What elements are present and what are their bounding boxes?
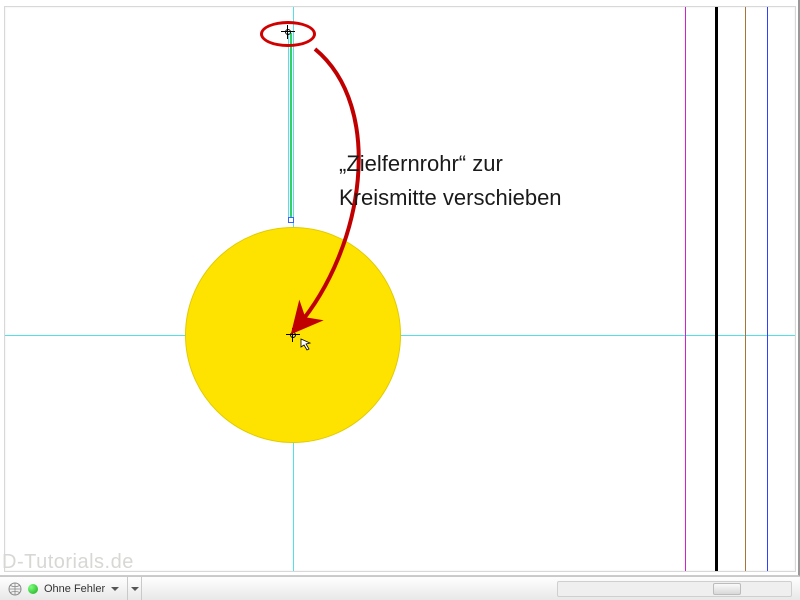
annotation-text: „Zielfernrohr“ zur Kreismitte verschiebe…	[339, 147, 562, 215]
drawing-canvas-frame: „Zielfernrohr“ zur Kreismitte verschiebe…	[0, 0, 800, 576]
watermark-text: D-Tutorials.de	[2, 551, 134, 574]
horizontal-scrollbar[interactable]	[557, 581, 792, 597]
preflight-globe-icon	[8, 582, 22, 596]
margin-line-brown	[745, 7, 746, 571]
margin-line-blue	[767, 7, 768, 571]
status-errors-label: Ohne Fehler	[44, 583, 105, 595]
status-ok-icon	[28, 584, 38, 594]
chevron-down-icon	[111, 587, 119, 591]
annotation-line-2: Kreismitte verschieben	[339, 181, 562, 215]
status-menu-button[interactable]	[128, 577, 142, 600]
chevron-down-icon	[131, 587, 139, 591]
scrollbar-thumb[interactable]	[713, 583, 741, 595]
drawing-canvas[interactable]: „Zielfernrohr“ zur Kreismitte verschiebe…	[4, 6, 796, 572]
margin-line-black	[715, 7, 718, 571]
annotation-line-1: „Zielfernrohr“ zur	[339, 147, 562, 181]
status-bar: Ohne Fehler	[0, 576, 800, 600]
status-errors-dropdown[interactable]: Ohne Fehler	[0, 577, 128, 600]
margin-line-magenta	[685, 7, 686, 571]
